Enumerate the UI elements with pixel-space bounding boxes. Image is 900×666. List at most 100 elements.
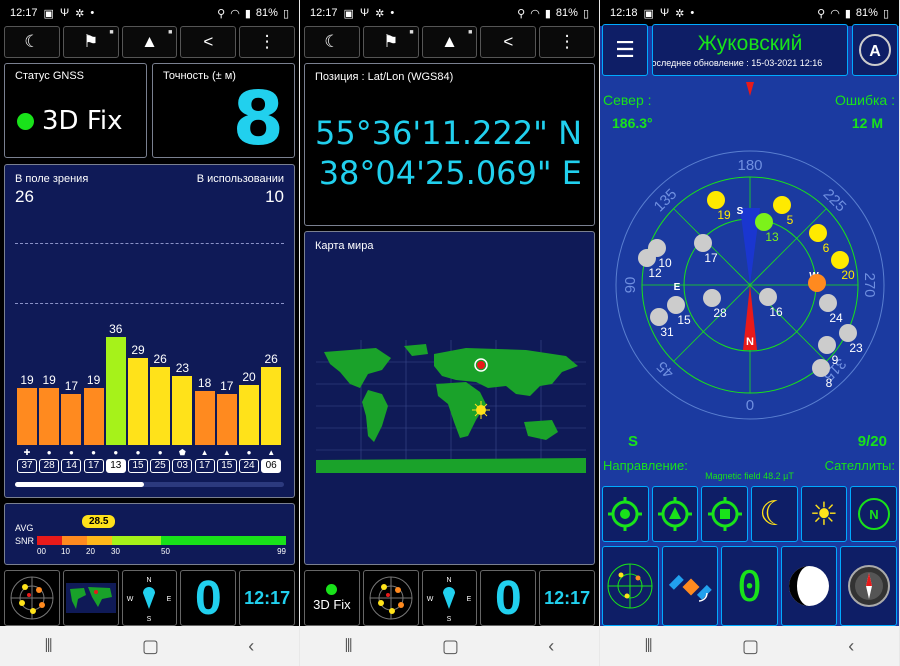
satellite-prn: 15 bbox=[216, 459, 237, 473]
moon-mode-button[interactable]: ☾ bbox=[751, 486, 798, 542]
snr-scale-bar bbox=[37, 536, 286, 545]
satellite-radar[interactable]: N S E W 18022527031504590135 19513620101… bbox=[600, 70, 899, 460]
svg-text:N: N bbox=[869, 507, 878, 522]
clock-value[interactable]: 12:17 bbox=[239, 570, 295, 626]
constellation-symbol-icon: ✚ bbox=[23, 448, 31, 457]
world-map-icon bbox=[65, 583, 116, 613]
share-button[interactable]: < bbox=[480, 26, 537, 58]
satellite-count: 9/20 bbox=[857, 433, 887, 450]
share-button[interactable]: < bbox=[180, 26, 237, 58]
navigation-button[interactable]: ▲ ■ bbox=[121, 26, 178, 58]
battery-text: 81% bbox=[255, 7, 278, 19]
accuracy-panel: Точность (± м) 8 bbox=[152, 63, 295, 158]
constellation-symbol-icon: ● bbox=[135, 448, 141, 457]
settings-icon: ✲ bbox=[75, 7, 85, 20]
recent-apps-icon[interactable]: ⦀ bbox=[645, 636, 653, 657]
compass-shortcut[interactable]: N W E S bbox=[421, 570, 478, 626]
back-icon[interactable]: ‹ bbox=[848, 636, 854, 657]
fix-indicator-icon bbox=[326, 584, 338, 595]
satellite-number: 6 bbox=[823, 241, 830, 255]
snr-bar bbox=[194, 391, 215, 445]
signal-icon: ▮ bbox=[244, 7, 251, 20]
radar-shortcut[interactable] bbox=[362, 570, 419, 626]
wifi-icon: ◠ bbox=[530, 7, 540, 20]
tools-row: 0 bbox=[602, 546, 897, 626]
image-icon: ▣ bbox=[43, 7, 54, 20]
satellite-number: 8 bbox=[826, 376, 833, 390]
mode-buttons-row: ☾ ☀ N bbox=[602, 486, 898, 542]
north-mode-button[interactable]: N bbox=[850, 486, 898, 542]
recent-apps-icon[interactable]: ⦀ bbox=[345, 636, 353, 657]
share-location-button[interactable]: ⚑ ■ bbox=[362, 26, 419, 58]
snr-bar-value: 36 bbox=[109, 322, 123, 336]
snr-bar-value: 20 bbox=[242, 370, 256, 384]
satellite-tool-button[interactable] bbox=[661, 546, 719, 626]
digital-speed-value: 0 bbox=[736, 561, 763, 611]
navigation-mode-button[interactable]: A bbox=[852, 24, 898, 76]
back-icon[interactable]: ‹ bbox=[548, 636, 554, 657]
home-icon[interactable]: ▢ bbox=[142, 636, 159, 657]
svg-text:S: S bbox=[447, 616, 452, 623]
share-location-button[interactable]: ⚑ ■ bbox=[62, 26, 119, 58]
navigation-button[interactable]: ▲ ■ bbox=[421, 26, 478, 58]
target-icon bbox=[608, 497, 643, 531]
satellite-prn: 14 bbox=[61, 459, 82, 473]
scroll-thumb[interactable] bbox=[15, 482, 145, 487]
snr-bar bbox=[150, 367, 171, 445]
back-icon[interactable]: ‹ bbox=[248, 636, 254, 657]
world-map-shortcut[interactable] bbox=[62, 570, 119, 626]
snr-bar-value: 26 bbox=[264, 352, 278, 366]
gps-mode-button[interactable] bbox=[602, 486, 649, 542]
compass-tool-button[interactable] bbox=[840, 546, 897, 626]
satellite-prn: 17 bbox=[83, 459, 104, 473]
radar-shortcut[interactable] bbox=[4, 570, 60, 626]
menu-button[interactable]: ☰ bbox=[602, 24, 648, 76]
snr-bar bbox=[128, 358, 148, 445]
clock-value[interactable]: 12:17 bbox=[539, 570, 595, 626]
scroll-track[interactable] bbox=[15, 482, 284, 487]
battery-text: 81% bbox=[555, 7, 578, 19]
snr-bar bbox=[105, 337, 126, 445]
speed-value[interactable]: 0 bbox=[480, 570, 537, 626]
glonass-mode-button[interactable] bbox=[651, 486, 699, 542]
sun-mode-button[interactable]: ☀ bbox=[800, 486, 848, 542]
navigation-arrow-icon: ▲ bbox=[441, 32, 458, 51]
person-flag-icon: ⚑ bbox=[83, 32, 99, 51]
world-map-label: Карта мира bbox=[315, 240, 374, 252]
snr-bar bbox=[83, 388, 104, 445]
location-icon: ⚲ bbox=[217, 7, 226, 20]
navigation-arrow-icon: ▲ bbox=[141, 32, 158, 51]
fix-status: 3D Fix bbox=[313, 597, 351, 612]
lock-icon: ■ bbox=[109, 29, 114, 36]
signal-icon: ▮ bbox=[544, 7, 551, 20]
image-icon: ▣ bbox=[643, 7, 654, 20]
menu-button[interactable]: ⋮ bbox=[239, 26, 295, 58]
compass-shortcut[interactable]: N W E S bbox=[121, 570, 178, 626]
home-icon[interactable]: ▢ bbox=[742, 636, 759, 657]
share-icon: < bbox=[203, 32, 214, 51]
snr-bar bbox=[239, 385, 259, 445]
home-icon[interactable]: ▢ bbox=[442, 636, 459, 657]
satellite-number: 15 bbox=[677, 313, 691, 327]
compass-degree-label: 90 bbox=[622, 277, 639, 294]
constellation-symbol-icon: ● bbox=[113, 448, 119, 457]
fix-shortcut[interactable]: 3D Fix bbox=[304, 570, 360, 626]
night-mode-button[interactable]: ☾ bbox=[4, 26, 60, 58]
snr-bar-value: 23 bbox=[175, 361, 190, 375]
digital-speed-button[interactable]: 0 bbox=[721, 546, 778, 626]
compass-dial-icon bbox=[847, 565, 890, 607]
world-map[interactable] bbox=[316, 340, 586, 473]
radar-tool-button[interactable] bbox=[602, 546, 659, 626]
night-mode-button[interactable]: ☾ bbox=[304, 26, 360, 58]
menu-button[interactable]: ⋮ bbox=[539, 26, 595, 58]
speed-value[interactable]: 0 bbox=[180, 570, 237, 626]
settings-icon: ✲ bbox=[375, 7, 385, 20]
radar-icon bbox=[369, 576, 413, 620]
status-bar: 12:17 ▣ Ψ ✲ • ⚲ ◠ ▮ 81% ▯ bbox=[0, 0, 299, 26]
moon-phase-button[interactable] bbox=[780, 546, 838, 626]
screen-position: 12:17 ▣ Ψ ✲ • ⚲ ◠ ▮ 81% ▯ ☾ ⚑ ■ ▲ ■ < ⋮ Позиция : … bbox=[300, 0, 599, 666]
compass-icon: N W E S bbox=[427, 577, 472, 623]
galileo-mode-button[interactable] bbox=[701, 486, 749, 542]
satellite-number: 20 bbox=[841, 268, 855, 282]
recent-apps-icon[interactable]: ⦀ bbox=[45, 636, 53, 657]
